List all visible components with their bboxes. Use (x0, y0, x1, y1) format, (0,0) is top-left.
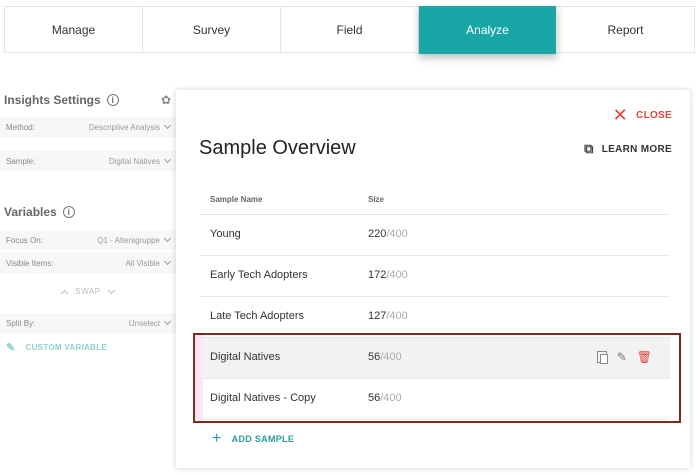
close-label: CLOSE (636, 109, 672, 121)
sample-value: Digital Natives (108, 156, 160, 166)
chevron-down-icon (163, 155, 172, 164)
split-by-value: Unselect (128, 318, 160, 328)
panel-title: Sample Overview (199, 137, 356, 159)
tab-report[interactable]: Report (557, 7, 694, 52)
method-label: Method: (6, 122, 35, 132)
sample-name: Digital Natives (210, 351, 281, 363)
variables-heading: Variables i (4, 205, 75, 219)
row-actions: ✎ 🗑 (596, 350, 652, 364)
sample-size: 172/400 (368, 269, 408, 281)
close-button[interactable]: ✕ CLOSE (613, 106, 672, 124)
visible-items-label: Visible Items: (6, 258, 54, 268)
sample-name: Early Tech Adopters (210, 269, 308, 281)
chevron-down-icon (163, 317, 172, 326)
focus-on-value: Q1 - Altersgruppe (97, 235, 160, 245)
visible-items-select[interactable]: Visible Items: All Visible (0, 253, 176, 273)
insights-settings-heading: Insights Settings i (4, 93, 119, 107)
close-icon: ✕ (612, 105, 629, 125)
sample-select[interactable]: Sample: Digital Natives (0, 151, 176, 171)
table-row[interactable]: Digital Natives - Copy 56/400 (200, 378, 670, 419)
chevron-down-icon (163, 257, 172, 266)
tab-analyze[interactable]: Analyze (419, 6, 557, 54)
custom-variable-label: CUSTOM VARIABLE (25, 343, 108, 352)
table-row[interactable]: Digital Natives 56/400 ✎ 🗑 (200, 337, 670, 378)
duplicate-icon[interactable] (596, 351, 608, 364)
sample-name: Late Tech Adopters (210, 310, 304, 322)
chevron-down-icon (107, 286, 115, 294)
swap-button[interactable]: SWAP (0, 286, 176, 297)
learn-more-link[interactable]: ⧉ LEARN MORE (584, 141, 672, 157)
tab-manage[interactable]: Manage (5, 7, 143, 52)
plus-icon: + (212, 430, 222, 447)
add-sample-button[interactable]: + ADD SAMPLE (212, 430, 294, 448)
table-row[interactable]: Early Tech Adopters 172/400 (200, 255, 670, 296)
tab-survey[interactable]: Survey (143, 7, 281, 52)
split-by-label: Split By: (6, 318, 36, 328)
variables-title: Variables (4, 205, 57, 219)
sample-size: 56/400 (368, 392, 402, 404)
focus-on-select[interactable]: Focus On: Q1 - Altersgruppe (0, 230, 176, 250)
add-sample-label: ADD SAMPLE (231, 434, 295, 444)
split-by-select[interactable]: Split By: Unselect (0, 313, 176, 333)
top-navigation: Manage Survey Field Analyze Report (4, 6, 695, 54)
insights-settings-title: Insights Settings (4, 93, 101, 107)
sample-overview-panel: ✕ CLOSE Sample Overview ⧉ LEARN MORE Sam… (176, 90, 690, 468)
sample-label: Sample: (6, 156, 36, 166)
column-header-sample-name: Sample Name (210, 195, 263, 204)
info-icon[interactable]: i (106, 94, 119, 106)
method-select[interactable]: Method: Descriptive Analysis (0, 117, 176, 137)
table-divider (200, 419, 670, 420)
column-header-size: Size (368, 195, 385, 204)
table-row[interactable]: Late Tech Adopters 127/400 (200, 296, 670, 337)
info-icon[interactable]: i (62, 206, 75, 218)
sample-size: 220/400 (368, 228, 408, 240)
sample-size: 127/400 (368, 310, 408, 322)
sample-name: Young (210, 228, 241, 240)
chevron-down-icon (163, 234, 172, 243)
delete-icon[interactable]: 🗑 (637, 350, 652, 364)
edit-icon[interactable]: ✎ (617, 350, 627, 364)
palette-icon[interactable]: ✿ (161, 93, 171, 107)
chevron-up-icon (61, 289, 69, 297)
visible-items-value: All Visible (125, 258, 160, 268)
table-row[interactable]: Young 220/400 (200, 214, 670, 255)
custom-variable-button[interactable]: ✎ CUSTOM VARIABLE (6, 341, 107, 354)
pencil-icon: ✎ (6, 342, 16, 354)
focus-on-label: Focus On: (6, 235, 43, 245)
learn-more-label: LEARN MORE (601, 143, 672, 155)
highlight-edge (195, 335, 203, 421)
sample-size: 56/400 (368, 351, 402, 363)
sample-name: Digital Natives - Copy (210, 392, 316, 404)
chevron-down-icon (163, 121, 172, 130)
method-value: Descriptive Analysis (88, 122, 160, 132)
tab-field[interactable]: Field (281, 7, 419, 52)
external-link-icon: ⧉ (584, 141, 594, 156)
swap-label: SWAP (75, 287, 101, 296)
